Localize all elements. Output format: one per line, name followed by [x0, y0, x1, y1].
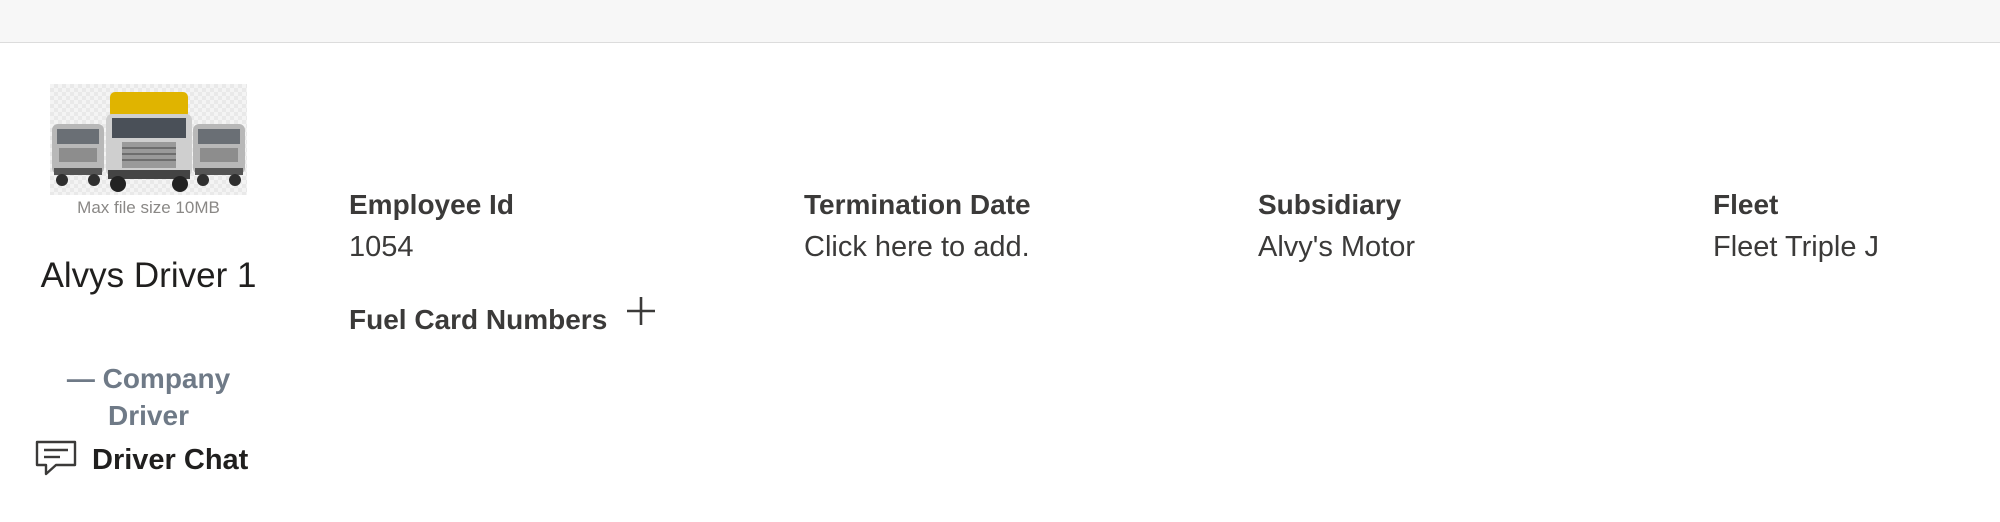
- fleet-value: Fleet Triple J: [1713, 231, 1879, 263]
- driver-name: Alvys Driver 1: [40, 256, 257, 295]
- employee-id-value: 1054: [349, 231, 414, 263]
- subsidiary-value: Alvy's Motor: [1258, 231, 1416, 263]
- plus-icon[interactable]: [625, 295, 657, 332]
- fuel-card-numbers: Fuel Card Numbers: [349, 296, 657, 336]
- max-file-size-hint: Max file size 10MB: [77, 198, 220, 217]
- top-bar: [0, 0, 2000, 43]
- truck-fleet-image: [52, 92, 245, 192]
- termination-date-label: Termination Date: [804, 189, 1031, 220]
- driver-chat-label: Driver Chat: [92, 443, 249, 476]
- driver-type: — Company Driver: [66, 363, 231, 431]
- fleet-field: Fleet Fleet Triple J: [1713, 186, 1879, 267]
- subsidiary-label: Subsidiary: [1258, 189, 1402, 220]
- termination-date-field: Termination Date Click here to add.: [804, 186, 1031, 267]
- employee-id-label: Employee Id: [349, 189, 514, 220]
- chat-icon: [34, 438, 78, 483]
- employee-id-field: Employee Id 1054: [349, 186, 514, 267]
- subsidiary-field: Subsidiary Alvy's Motor: [1258, 186, 1415, 267]
- fuel-card-numbers-label: Fuel Card Numbers: [349, 304, 608, 335]
- termination-date-value[interactable]: Click here to add.: [804, 227, 1031, 267]
- driver-chat-button[interactable]: Driver Chat: [34, 438, 248, 482]
- driver-photo[interactable]: [50, 84, 247, 195]
- fleet-label: Fleet: [1713, 189, 1779, 220]
